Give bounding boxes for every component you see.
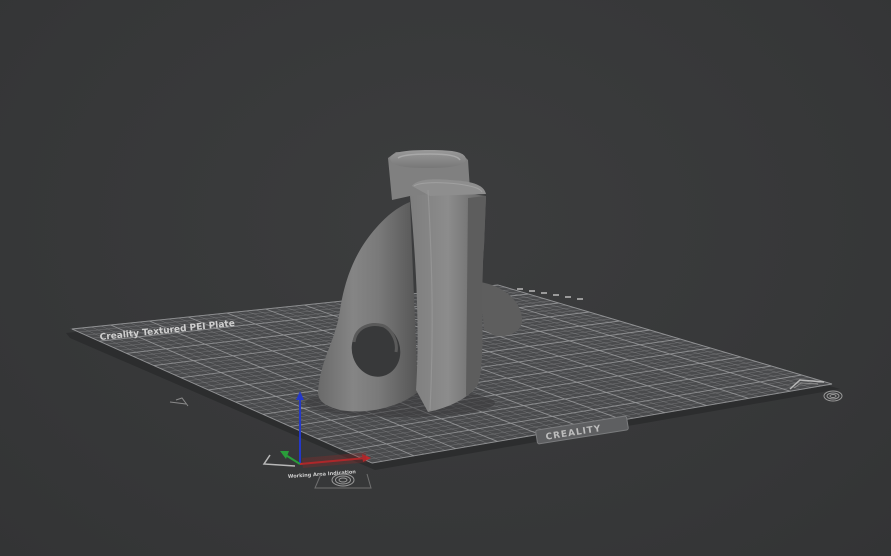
corner-marker-icon xyxy=(262,454,296,467)
y-axis-arrow-icon xyxy=(280,451,289,459)
corner-marker-icon xyxy=(169,397,189,407)
3d-viewport[interactable]: Creality Textured PEI Plate CREALITY Wor… xyxy=(0,0,891,556)
scene-canvas[interactable]: Creality Textured PEI Plate CREALITY Wor… xyxy=(0,0,891,556)
fingerprint-icon xyxy=(823,390,843,402)
